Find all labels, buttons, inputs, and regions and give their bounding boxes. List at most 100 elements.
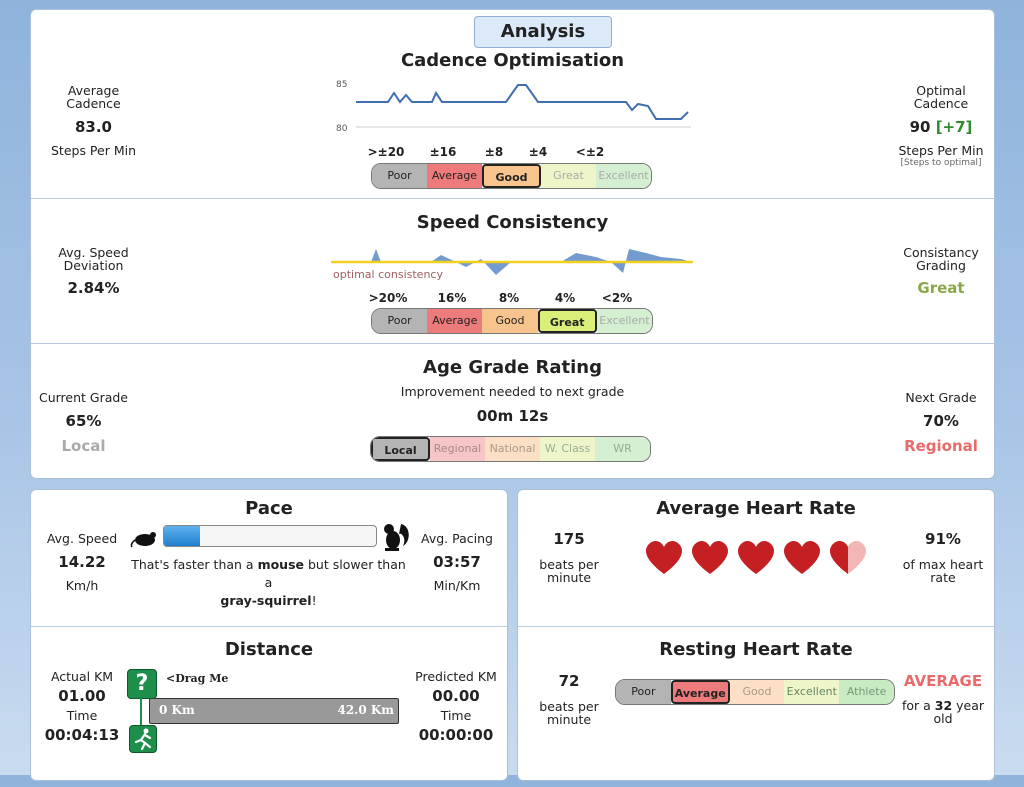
avg-cadence-label: Average Cadence — [66, 83, 121, 111]
actual-time-label: Time — [66, 708, 98, 723]
half-heart-icon — [829, 540, 867, 574]
cadence-tick: ±4 — [528, 145, 548, 159]
actual-km-label: Actual KM — [50, 669, 114, 684]
cadence-tick: >±20 — [367, 145, 405, 159]
resting-hr-unit: beats per minute — [539, 699, 599, 727]
tab-analysis[interactable]: Analysis — [474, 16, 612, 48]
scale-average: Average — [427, 164, 482, 188]
speed-chart-note: optimal consistency — [333, 268, 443, 281]
distance-slider[interactable]: 0 Km 42.0 Km — [149, 698, 399, 724]
running-man-icon — [134, 728, 152, 751]
heart-icon — [783, 540, 821, 574]
avg-pacing-unit: Min/Km — [433, 578, 481, 593]
heart-icon — [691, 540, 729, 574]
scale-excellent: Excellent — [596, 164, 651, 188]
drag-me-label: <Drag Me — [166, 672, 229, 685]
avg-cadence-unit: Steps Per Min — [50, 143, 137, 158]
current-grade-value: 65% — [65, 412, 102, 430]
consistency-grade-label: Consistancy Grading — [903, 245, 979, 273]
hearts-rating — [641, 536, 881, 578]
slider-end-label: 42.0 Km — [337, 703, 394, 717]
next-grade-name: Regional — [904, 437, 978, 455]
pace-comparison: That's faster than a mouse but slower th… — [126, 556, 411, 610]
age-grade-scale: Local Regional National W. Class WR — [370, 436, 651, 462]
optimal-cadence-unit: Steps Per Min — [898, 143, 984, 158]
scale-average: Average — [427, 309, 483, 333]
predicted-km-value: 00.00 — [432, 687, 480, 705]
scale-great: Great — [541, 164, 596, 188]
avg-speed-unit: Km/h — [65, 578, 99, 593]
scale-excellent: Excellent — [596, 309, 652, 333]
scale-great: Great — [537, 309, 597, 333]
speed-tick: >20% — [368, 291, 408, 305]
scale-athlete: Athlete — [839, 680, 894, 704]
resting-hr-rating: AVERAGE — [903, 672, 983, 690]
scale-poor: Poor — [372, 309, 428, 333]
compare-prefix: That's faster than a — [131, 557, 258, 572]
age-prefix: for a — [901, 698, 935, 713]
distance-section: Distance Actual KM 01.00 Time 00:04:13 <… — [31, 626, 507, 787]
pace-progress-fill — [164, 526, 201, 546]
pace-title: Pace — [245, 498, 293, 519]
optimal-cadence-value: 90 [+7] — [886, 118, 996, 136]
speed-chart: optimal consistency — [331, 249, 693, 281]
question-icon[interactable]: ? — [127, 669, 157, 699]
age-grade-title: Age Grade Rating — [423, 357, 602, 378]
drag-handle[interactable]: ? — [127, 669, 157, 753]
avg-pacing-value: 03:57 — [433, 553, 481, 571]
heart-icon — [645, 540, 683, 574]
age-grade-time-needed: 00m 12s — [476, 407, 549, 425]
resting-hr-title: Resting Heart Rate — [659, 639, 853, 660]
mouse-icon — [130, 532, 156, 548]
slider-start-label: 0 Km — [159, 703, 195, 717]
speed-deviation-label: Avg. Speed Deviation — [58, 245, 129, 273]
avg-hr-pct-label: of max heart rate — [902, 557, 984, 585]
heart-icon — [737, 540, 775, 574]
avg-hr-title: Average Heart Rate — [656, 498, 856, 519]
optimal-cadence-note: [Steps to optimal] — [900, 158, 982, 168]
cadence-scale: Poor Average Good Great Excellent — [371, 163, 652, 189]
compare-animal-b: gray-squirrel — [220, 593, 312, 608]
consistency-grade-value: Great — [917, 279, 965, 297]
avg-hr-pct-value: 91% — [925, 530, 961, 548]
speed-deviation-value: 2.84% — [67, 279, 120, 297]
scale-good: Good — [482, 309, 538, 333]
scale-wr: WR — [595, 437, 650, 461]
compare-suffix: ! — [311, 593, 317, 608]
actual-km-value: 01.00 — [58, 687, 106, 705]
avg-speed-value: 14.22 — [58, 553, 106, 571]
predicted-time-value: 00:00:00 — [418, 726, 494, 744]
squirrel-icon — [384, 524, 409, 551]
analysis-panel: Analysis Cadence Optimisation Average Ca… — [30, 9, 995, 479]
optimal-value: 90 — [909, 118, 931, 136]
age-grade-section: Age Grade Rating Improvement needed to n… — [31, 343, 994, 478]
age-grade-subtitle: Improvement needed to next grade — [400, 384, 625, 399]
cadence-tick: ±16 — [429, 145, 457, 159]
current-grade-label: Current Grade — [38, 390, 129, 405]
scale-local: Local — [371, 437, 430, 461]
current-grade-name: Local — [61, 437, 106, 455]
predicted-time-label: Time — [440, 708, 472, 723]
cadence-tick: <±2 — [575, 145, 605, 159]
cadence-axis-low: 80 — [336, 124, 348, 134]
resting-hr-section: Resting Heart Rate 72 beats per minute P… — [518, 626, 994, 787]
speed-tick: <2% — [601, 291, 633, 305]
speed-section: Speed Consistency Avg. Speed Deviation 2… — [31, 198, 994, 344]
predicted-km-label: Predicted KM — [415, 669, 497, 684]
avg-hr-unit: beats per minute — [539, 557, 599, 585]
cadence-tick: ±8 — [484, 145, 504, 159]
pace-distance-panel: Pace Avg. Speed 14.22 Km/h That's faster… — [30, 489, 508, 781]
pace-progress-bar — [163, 525, 377, 547]
optimal-cadence-label: Optimal Cadence — [913, 83, 969, 111]
cadence-title: Cadence Optimisation — [400, 50, 625, 71]
next-grade-value: 70% — [923, 412, 959, 430]
heart-rate-panel: Average Heart Rate 175 beats per minute … — [517, 489, 995, 781]
speed-tick: 8% — [498, 291, 520, 305]
compare-animal-a: mouse — [257, 557, 304, 572]
avg-speed-label: Avg. Speed — [46, 531, 118, 546]
scale-regional: Regional — [430, 437, 485, 461]
scale-national: National — [485, 437, 540, 461]
runner-icon[interactable] — [129, 725, 157, 753]
scale-world-class: W. Class — [540, 437, 595, 461]
scale-excellent: Excellent — [784, 680, 840, 704]
